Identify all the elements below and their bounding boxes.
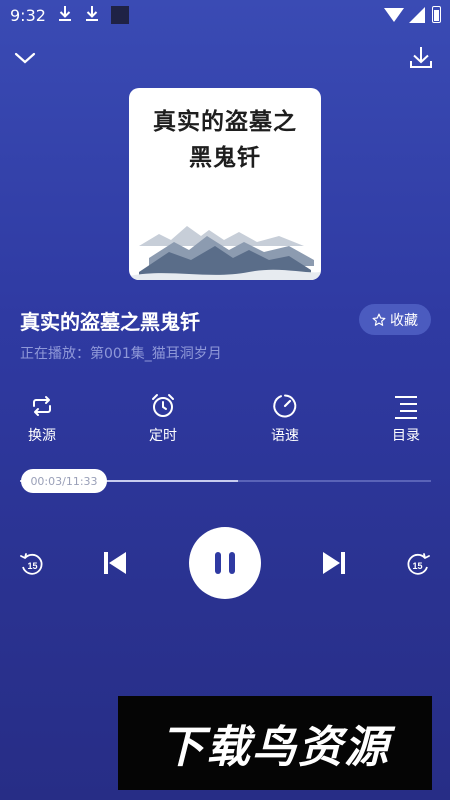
star-icon: [372, 313, 386, 326]
download-notification-icon: [86, 6, 98, 21]
status-time: 9:32: [10, 6, 46, 25]
cover-title-line: 黑鬼钎: [189, 145, 261, 171]
control-label: 换源: [28, 428, 56, 444]
battery-icon: [432, 6, 441, 23]
pause-icon: [215, 552, 235, 574]
catalog-button[interactable]: 目录: [371, 393, 441, 453]
watermark-logo: 下载鸟资源: [118, 696, 432, 790]
status-bar: 9:32: [0, 0, 450, 30]
now-playing-text: 正在播放：第001集_猫耳洞岁月: [20, 346, 222, 362]
album-cover: 真实的盗墓之 黑鬼钎: [129, 88, 321, 280]
skip-previous-icon: [104, 552, 126, 574]
progress-time: 00:03/11:33: [30, 474, 98, 488]
forward-15-icon: 15: [407, 553, 430, 575]
previous-button[interactable]: [99, 547, 131, 579]
control-label: 定时: [149, 428, 177, 444]
forward-seconds: 15: [412, 561, 422, 571]
speed-gauge-icon: [273, 394, 297, 418]
list-icon: [395, 396, 417, 419]
wifi-icon: [409, 7, 425, 23]
mountain-illustration: [129, 226, 321, 280]
book-title: 真实的盗墓之黑鬼钎: [20, 310, 200, 334]
download-icon: [410, 47, 432, 68]
favorite-label: 收藏: [390, 312, 418, 329]
collapse-button[interactable]: [10, 43, 40, 73]
download-notification-icon: [59, 6, 71, 21]
speed-button[interactable]: 语速: [250, 393, 320, 453]
forward-15-button[interactable]: 15: [402, 549, 434, 581]
switch-source-button[interactable]: 换源: [7, 393, 77, 453]
repeat-icon: [33, 396, 51, 416]
cover-title: 真实的盗墓之 黑鬼钎: [129, 104, 321, 176]
rewind-15-button[interactable]: 15: [16, 549, 48, 581]
cover-title-line: 真实的盗墓之: [153, 109, 297, 135]
rewind-15-icon: 15: [20, 553, 43, 575]
alarm-clock-icon: [152, 394, 174, 417]
control-label: 语速: [271, 428, 299, 444]
control-label: 目录: [392, 428, 420, 444]
favorite-button[interactable]: 收藏: [359, 304, 431, 335]
skip-next-icon: [323, 552, 345, 574]
pause-button[interactable]: [189, 527, 261, 599]
progress-thumb[interactable]: 00:03/11:33: [21, 469, 107, 493]
chevron-down-icon: [14, 52, 36, 64]
next-button[interactable]: [318, 547, 350, 579]
download-button[interactable]: [406, 43, 436, 73]
signal-icon: [384, 8, 404, 22]
rewind-seconds: 15: [27, 561, 37, 571]
notification-square-icon: [111, 6, 129, 24]
timer-button[interactable]: 定时: [128, 393, 198, 453]
